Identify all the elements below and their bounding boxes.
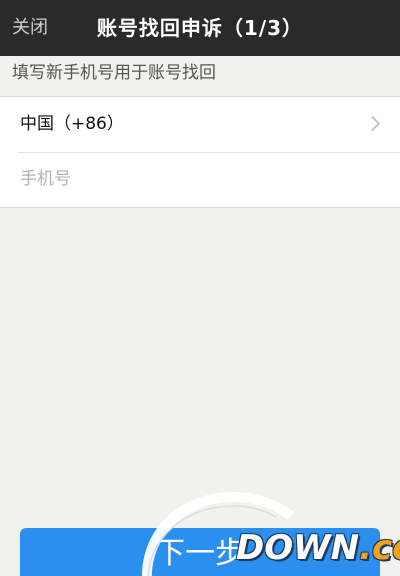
phone-form: 中国（+86） — [0, 96, 400, 208]
phone-number-input[interactable] — [20, 153, 380, 205]
section-header: 填写新手机号用于账号找回 — [12, 63, 216, 83]
page-title: 账号找回申诉（1/3） — [96, 16, 304, 40]
next-button-label: 下一步 — [155, 536, 245, 571]
country-selector[interactable]: 中国（+86） — [0, 97, 400, 152]
chevron-right-icon — [364, 115, 381, 132]
navigation-bar: 账号找回申诉（1/3） 关闭 — [0, 0, 400, 56]
close-button[interactable]: 关闭 — [12, 0, 48, 56]
next-button[interactable]: 下一步 — [20, 528, 380, 576]
screen: 账号找回申诉（1/3） 关闭 填写新手机号用于账号找回 中国（+86） 下一步 … — [0, 0, 400, 576]
country-label: 中国（+86） — [20, 114, 124, 134]
phone-row — [0, 152, 400, 207]
